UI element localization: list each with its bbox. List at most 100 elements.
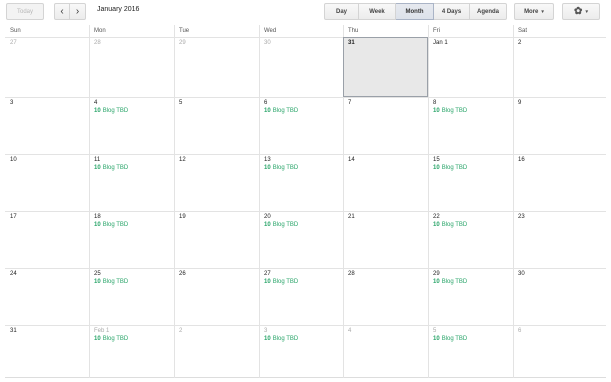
day-cell[interactable] (428, 154, 513, 211)
event-chip[interactable]: 10 Blog TBD (433, 108, 467, 114)
day-cell[interactable] (513, 97, 606, 154)
day-cell[interactable] (259, 211, 343, 268)
day-cell[interactable] (343, 325, 428, 378)
event-time: 10 (433, 165, 440, 171)
day-cell[interactable] (89, 211, 174, 268)
day-cell[interactable] (89, 268, 174, 325)
chevron-down-icon: ▾ (541, 8, 544, 15)
weekday-tue: Tue (179, 28, 190, 34)
event-chip[interactable]: 10 Blog TBD (264, 336, 298, 342)
event-chip[interactable]: 10 Blog TBD (264, 222, 298, 228)
event-chip[interactable]: 10 Blog TBD (94, 279, 128, 285)
day-number: 26 (179, 271, 186, 277)
day-cell[interactable] (5, 325, 89, 378)
day-cell[interactable] (259, 37, 343, 97)
event-time: 10 (264, 108, 271, 114)
day-cell[interactable] (89, 154, 174, 211)
event-title: Blog TBD (441, 165, 468, 171)
weekday-sat: Sat (518, 28, 528, 34)
today-button[interactable]: Today (6, 3, 44, 20)
day-cell[interactable] (513, 211, 606, 268)
day-number: 30 (518, 271, 525, 277)
day-cell[interactable] (343, 97, 428, 154)
day-number: 28 (348, 271, 355, 277)
view-agenda-button[interactable]: Agenda (470, 3, 507, 20)
event-chip[interactable]: 10 Blog TBD (433, 165, 467, 171)
date-range-label: January 2016 (97, 6, 140, 13)
day-number: 16 (518, 157, 525, 163)
event-title: Blog TBD (441, 336, 468, 342)
event-chip[interactable]: 10 Blog TBD (433, 222, 467, 228)
weekday-mon: Mon (94, 28, 106, 34)
day-cell[interactable] (89, 37, 174, 97)
day-cell[interactable] (343, 211, 428, 268)
event-chip[interactable]: 10 Blog TBD (94, 108, 128, 114)
prev-period-button[interactable]: ‹ (54, 3, 70, 20)
day-cell[interactable] (5, 211, 89, 268)
day-cell[interactable] (174, 325, 259, 378)
day-cell[interactable] (428, 37, 513, 97)
day-cell[interactable] (259, 154, 343, 211)
day-cell[interactable] (428, 268, 513, 325)
day-cell[interactable] (513, 37, 606, 97)
day-number: 23 (518, 214, 525, 220)
day-number: 2 (518, 40, 522, 46)
day-cell[interactable] (174, 37, 259, 97)
day-cell[interactable] (428, 325, 513, 378)
day-number: 11 (94, 157, 101, 163)
day-cell[interactable] (89, 97, 174, 154)
event-chip[interactable]: 10 Blog TBD (433, 279, 467, 285)
calendar-toolbar: Today ‹ › January 2016 Day Week Month 4 … (0, 0, 611, 22)
weekday-header: Sun Mon Tue Wed Thu Fri Sat (5, 25, 606, 37)
day-cell[interactable] (5, 37, 89, 97)
day-number: 17 (10, 214, 17, 220)
day-cell[interactable] (174, 97, 259, 154)
day-cell[interactable] (259, 97, 343, 154)
weekday-fri: Fri (433, 28, 440, 34)
day-cell[interactable] (513, 154, 606, 211)
day-cell[interactable] (428, 97, 513, 154)
view-4days-button[interactable]: 4 Days (434, 3, 470, 20)
day-number: 3 (264, 328, 268, 334)
settings-button[interactable]: ✿ ▾ (562, 3, 600, 20)
view-week-button[interactable]: Week (359, 3, 396, 20)
day-cell[interactable] (343, 268, 428, 325)
day-number: 19 (179, 214, 186, 220)
event-title: Blog TBD (272, 336, 299, 342)
day-cell[interactable] (259, 268, 343, 325)
event-chip[interactable]: 10 Blog TBD (264, 165, 298, 171)
chevron-down-icon: ▾ (585, 8, 588, 15)
weekday-wed: Wed (264, 28, 277, 34)
event-chip[interactable]: 10 Blog TBD (264, 279, 298, 285)
event-chip[interactable]: 10 Blog TBD (264, 108, 298, 114)
event-title: Blog TBD (441, 222, 468, 228)
day-cell-today[interactable] (343, 37, 428, 97)
day-cell[interactable] (174, 154, 259, 211)
day-cell[interactable] (5, 268, 89, 325)
next-period-button[interactable]: › (70, 3, 86, 20)
day-cell[interactable] (428, 211, 513, 268)
view-day-button[interactable]: Day (324, 3, 359, 20)
event-chip[interactable]: 10 Blog TBD (94, 165, 128, 171)
day-number: 25 (94, 271, 101, 277)
day-number: 7 (348, 100, 352, 106)
day-number: 12 (179, 157, 186, 163)
day-cell[interactable] (174, 211, 259, 268)
more-button[interactable]: More ▾ (514, 3, 554, 20)
day-cell[interactable] (5, 154, 89, 211)
view-month-button[interactable]: Month (396, 3, 434, 20)
day-number: 30 (264, 40, 271, 46)
event-chip[interactable]: 10 Blog TBD (433, 336, 467, 342)
event-chip[interactable]: 10 Blog TBD (94, 336, 128, 342)
event-title: Blog TBD (441, 108, 468, 114)
event-title: Blog TBD (102, 165, 129, 171)
day-number: 31 (348, 40, 355, 46)
day-cell[interactable] (5, 97, 89, 154)
day-number: 10 (10, 157, 17, 163)
day-cell[interactable] (343, 154, 428, 211)
day-cell[interactable] (259, 325, 343, 378)
day-cell[interactable] (513, 268, 606, 325)
day-cell[interactable] (174, 268, 259, 325)
event-chip[interactable]: 10 Blog TBD (94, 222, 128, 228)
day-cell[interactable] (513, 325, 606, 378)
